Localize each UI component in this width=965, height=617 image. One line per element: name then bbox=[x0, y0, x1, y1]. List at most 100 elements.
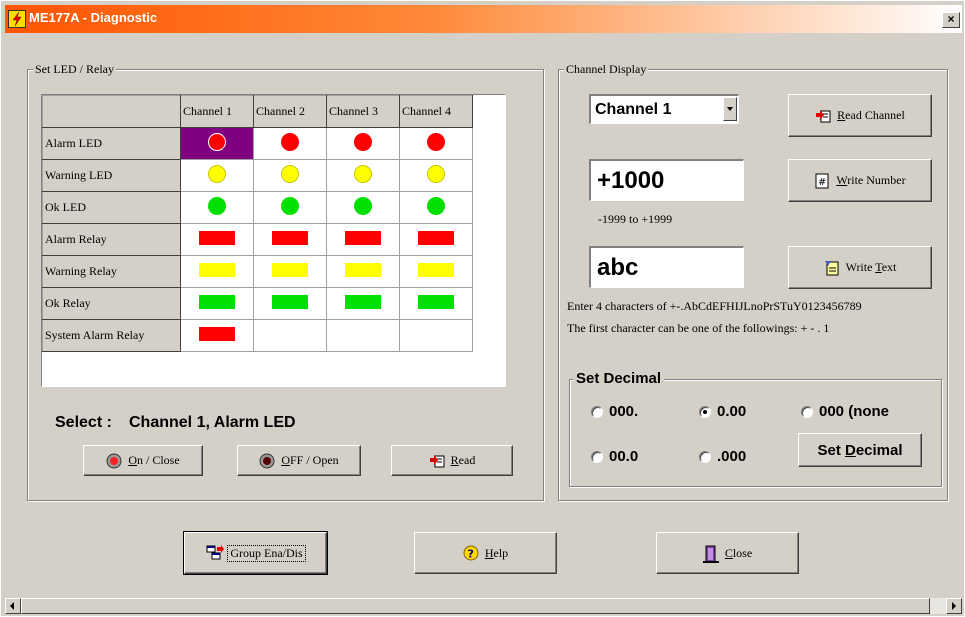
yellow-relay-indicator bbox=[272, 262, 308, 277]
write-text-button[interactable]: Write Text bbox=[788, 246, 932, 289]
read-button[interactable]: Read bbox=[391, 445, 513, 476]
grid-cell[interactable] bbox=[180, 255, 254, 288]
yellow-led-indicator bbox=[354, 164, 372, 183]
decimal-radio-option[interactable]: 000. bbox=[591, 403, 638, 420]
grid-cell[interactable] bbox=[253, 159, 327, 192]
grid-cell[interactable] bbox=[253, 127, 327, 160]
grid-cell[interactable] bbox=[253, 287, 327, 320]
grid-cell[interactable] bbox=[180, 287, 254, 320]
grid-cell[interactable] bbox=[399, 127, 473, 160]
horizontal-scrollbar[interactable] bbox=[5, 598, 962, 614]
read-channel-button[interactable]: Read Channel bbox=[788, 94, 932, 137]
yellow-led-indicator bbox=[427, 164, 445, 183]
on-close-button[interactable]: On / Close bbox=[83, 445, 203, 476]
green-led-indicator bbox=[281, 196, 299, 215]
radio-button[interactable] bbox=[699, 450, 711, 463]
grid-cell[interactable] bbox=[326, 191, 400, 224]
row-header: System Alarm Relay bbox=[42, 319, 181, 352]
text-hint-allowed: Enter 4 characters of +-.AbCdEFHIJLnoPrS… bbox=[567, 299, 862, 313]
grid-cell[interactable] bbox=[399, 255, 473, 288]
select-label: Select : bbox=[55, 414, 112, 431]
red-led-indicator bbox=[281, 132, 299, 151]
label-accelerator: H bbox=[484, 545, 494, 560]
decimal-radio-option[interactable]: .000 bbox=[699, 448, 746, 465]
row-header: Ok LED bbox=[42, 191, 181, 224]
grid-row: Warning LED bbox=[42, 159, 473, 192]
diagnostic-window: ME177A - Diagnostic × Set LED / Relay Ch… bbox=[0, 0, 965, 617]
grid-cell[interactable] bbox=[399, 287, 473, 320]
radio-button[interactable] bbox=[699, 405, 711, 418]
grid-cell[interactable] bbox=[180, 191, 254, 224]
grid-cell[interactable] bbox=[180, 223, 254, 256]
read-arrow-icon bbox=[815, 108, 831, 124]
scroll-right-icon[interactable] bbox=[946, 598, 962, 614]
decimal-radio-option[interactable]: 0.00 bbox=[699, 403, 746, 420]
grid-cell[interactable] bbox=[180, 127, 254, 160]
label-rest: lose bbox=[732, 545, 753, 560]
chevron-down-icon[interactable] bbox=[723, 97, 737, 121]
label-rest: elp bbox=[493, 545, 509, 560]
set-decimal-button[interactable]: Set Decimal bbox=[798, 433, 922, 467]
grid-cell[interactable] bbox=[253, 223, 327, 256]
title-bar[interactable]: ME177A - Diagnostic × bbox=[5, 5, 962, 33]
column-header: Channel 2 bbox=[253, 95, 327, 128]
grid-cell[interactable] bbox=[326, 255, 400, 288]
close-label: Close bbox=[725, 546, 752, 561]
channel-display-group-label: Channel Display bbox=[564, 62, 649, 77]
write-number-button[interactable]: # Write Number bbox=[788, 159, 932, 202]
grid-cell[interactable] bbox=[399, 223, 473, 256]
grid-cell[interactable] bbox=[399, 159, 473, 192]
led-relay-grid: Channel 1 Channel 2 Channel 3 Channel 4 … bbox=[41, 94, 506, 387]
grid-cell[interactable] bbox=[326, 287, 400, 320]
grid-row: Alarm LED bbox=[42, 127, 473, 160]
channel-select[interactable]: Channel 1 bbox=[589, 94, 739, 124]
app-lightning-icon bbox=[8, 10, 26, 28]
grid-cell[interactable] bbox=[253, 191, 327, 224]
radio-button[interactable] bbox=[591, 450, 603, 463]
number-input[interactable]: +1000 bbox=[589, 159, 744, 201]
scroll-left-icon[interactable] bbox=[5, 598, 21, 614]
label-rest: ead bbox=[458, 453, 476, 467]
green-relay-indicator bbox=[199, 294, 235, 309]
label-accelerator: O bbox=[128, 453, 137, 467]
label-rest: ecimal bbox=[855, 441, 903, 459]
grid-cell[interactable] bbox=[253, 319, 327, 352]
radio-button[interactable] bbox=[591, 405, 603, 418]
label-accelerator: R bbox=[837, 108, 846, 122]
set-decimal-button-label: Set Decimal bbox=[817, 442, 902, 459]
decimal-radio-option[interactable]: 00.0 bbox=[591, 448, 638, 465]
row-header: Ok Relay bbox=[42, 287, 181, 320]
grid-row: Ok LED bbox=[42, 191, 473, 224]
help-button[interactable]: ? Help bbox=[414, 532, 557, 574]
label-rest: rite Number bbox=[847, 173, 906, 187]
grid-cell[interactable] bbox=[326, 223, 400, 256]
grid-cell[interactable] bbox=[326, 319, 400, 352]
led-relay-table: Channel 1 Channel 2 Channel 3 Channel 4 … bbox=[42, 95, 473, 352]
write-number-label: Write Number bbox=[836, 173, 905, 188]
column-header: Channel 3 bbox=[326, 95, 400, 128]
yellow-led-indicator bbox=[208, 164, 226, 183]
on-close-label: On / Close bbox=[128, 453, 179, 468]
text-input[interactable]: abc bbox=[589, 246, 744, 288]
yellow-relay-indicator bbox=[345, 262, 381, 277]
close-window-button[interactable]: × bbox=[942, 12, 960, 28]
grid-cell[interactable] bbox=[326, 159, 400, 192]
off-open-button[interactable]: OFF / Open bbox=[237, 445, 361, 476]
grid-cell[interactable] bbox=[326, 127, 400, 160]
read-label: Read bbox=[451, 453, 476, 468]
group-ena-dis-button[interactable]: Group Ena/Dis bbox=[183, 531, 328, 575]
grid-cell[interactable] bbox=[399, 191, 473, 224]
grid-cell[interactable] bbox=[180, 319, 254, 352]
grid-cell[interactable] bbox=[253, 255, 327, 288]
row-header: Warning LED bbox=[42, 159, 181, 192]
grid-cell[interactable] bbox=[399, 319, 473, 352]
scroll-thumb[interactable] bbox=[21, 598, 930, 614]
decimal-radio-option[interactable]: 000 (none bbox=[801, 403, 889, 420]
red-relay-indicator bbox=[272, 230, 308, 245]
close-button[interactable]: Close bbox=[656, 532, 799, 574]
red-relay-indicator bbox=[345, 230, 381, 245]
grid-cell[interactable] bbox=[180, 159, 254, 192]
set-decimal-label: Set Decimal bbox=[573, 370, 665, 387]
label-accelerator: O bbox=[281, 453, 290, 467]
radio-button[interactable] bbox=[801, 405, 813, 418]
